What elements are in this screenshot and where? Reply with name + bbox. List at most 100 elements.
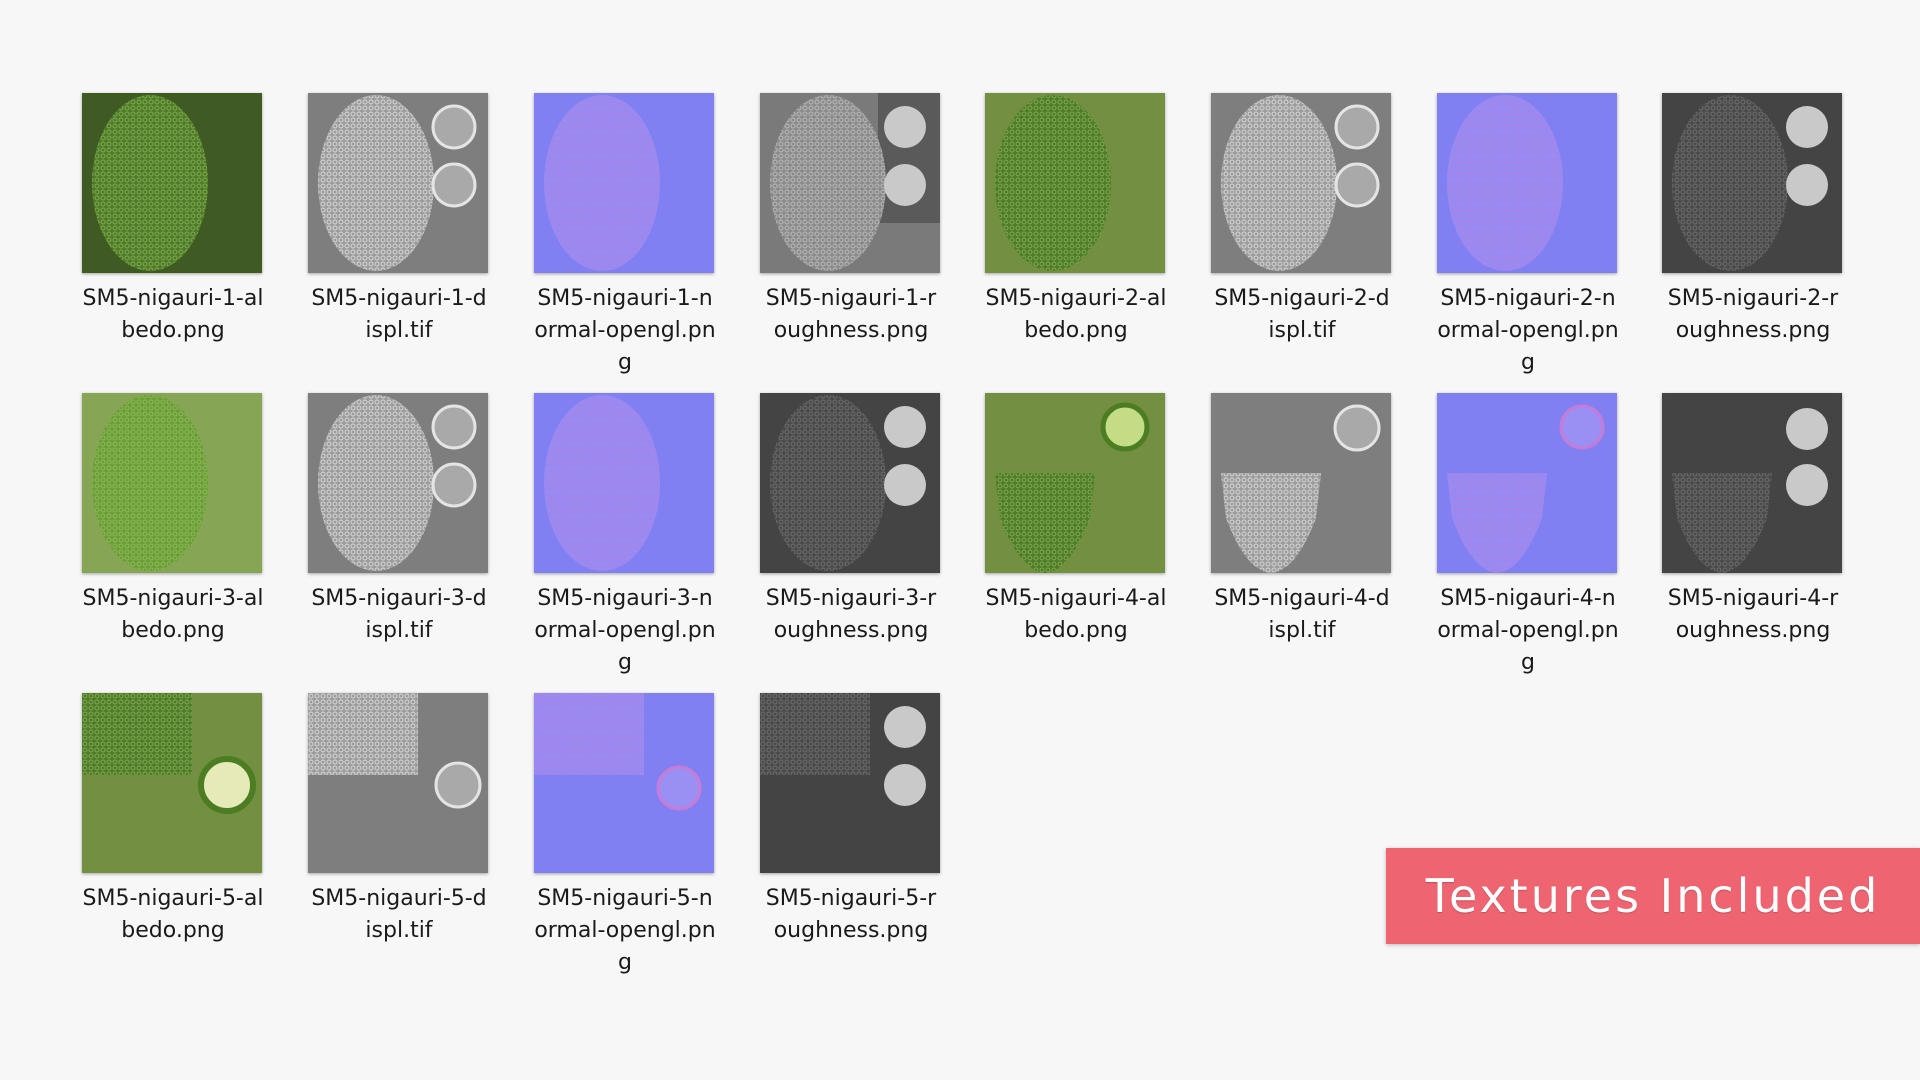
file-name-line: oughness.png bbox=[773, 318, 929, 343]
file-item[interactable]: SM5-nigauri-3-r oughness.png bbox=[738, 393, 948, 683]
file-name-line: bedo.png bbox=[1024, 318, 1128, 343]
file-name-line: ispl.tif bbox=[1268, 318, 1336, 343]
file-name-line: SM5-nigauri-5-al bbox=[82, 886, 264, 911]
file-thumbnail[interactable] bbox=[308, 393, 488, 573]
file-item[interactable]: SM5-nigauri-4-d ispl.tif bbox=[1189, 393, 1399, 683]
file-thumbnail[interactable] bbox=[82, 393, 262, 573]
file-thumbnail[interactable] bbox=[534, 393, 714, 573]
file-name: SM5-nigauri-3-al bedo.png bbox=[60, 583, 286, 647]
file-name-line: SM5-nigauri-5-d bbox=[311, 886, 487, 911]
file-thumbnail[interactable] bbox=[82, 93, 262, 273]
file-name-line: SM5-nigauri-3-al bbox=[82, 586, 264, 611]
file-name-line: oughness.png bbox=[773, 918, 929, 943]
file-name: SM5-nigauri-1-n ormal-opengl.pn g bbox=[512, 283, 738, 379]
file-name-line: oughness.png bbox=[1675, 618, 1831, 643]
file-thumbnail[interactable] bbox=[308, 693, 488, 873]
file-name-line: SM5-nigauri-1-r bbox=[765, 286, 937, 311]
file-name: SM5-nigauri-2-al bedo.png bbox=[963, 283, 1189, 347]
file-thumbnail[interactable] bbox=[1662, 93, 1842, 273]
file-name: SM5-nigauri-5-n ormal-opengl.pn g bbox=[512, 883, 738, 979]
file-name-line: ormal-opengl.pn bbox=[534, 318, 716, 343]
file-name-line: ormal-opengl.pn bbox=[534, 918, 716, 943]
file-item[interactable]: SM5-nigauri-5-r oughness.png bbox=[738, 693, 948, 983]
file-name-line: ispl.tif bbox=[1268, 618, 1336, 643]
file-name-line: bedo.png bbox=[121, 918, 225, 943]
file-item[interactable]: SM5-nigauri-3-al bedo.png bbox=[60, 393, 270, 683]
file-name-line: g bbox=[618, 650, 632, 675]
file-name-line: SM5-nigauri-1-al bbox=[82, 286, 264, 311]
file-item[interactable]: SM5-nigauri-5-al bedo.png bbox=[60, 693, 270, 983]
file-thumbnail[interactable] bbox=[82, 693, 262, 873]
file-item[interactable]: SM5-nigauri-2-d ispl.tif bbox=[1189, 93, 1399, 383]
file-name: SM5-nigauri-1-d ispl.tif bbox=[286, 283, 512, 347]
file-name: SM5-nigauri-2-n ormal-opengl.pn g bbox=[1415, 283, 1641, 379]
file-name: SM5-nigauri-5-al bedo.png bbox=[60, 883, 286, 947]
file-name-line: SM5-nigauri-2-d bbox=[1214, 286, 1390, 311]
file-name-line: SM5-nigauri-2-n bbox=[1440, 286, 1616, 311]
file-item[interactable]: SM5-nigauri-3-d ispl.tif bbox=[286, 393, 496, 683]
file-item[interactable]: SM5-nigauri-1-d ispl.tif bbox=[286, 93, 496, 383]
file-name: SM5-nigauri-4-al bedo.png bbox=[963, 583, 1189, 647]
file-name-line: ispl.tif bbox=[365, 318, 433, 343]
file-name: SM5-nigauri-5-d ispl.tif bbox=[286, 883, 512, 947]
file-name: SM5-nigauri-1-al bedo.png bbox=[60, 283, 286, 347]
file-thumbnail[interactable] bbox=[534, 693, 714, 873]
textures-included-badge: Textures Included bbox=[1386, 848, 1920, 944]
file-name: SM5-nigauri-3-d ispl.tif bbox=[286, 583, 512, 647]
file-name: SM5-nigauri-4-r oughness.png bbox=[1640, 583, 1866, 647]
file-name-line: bedo.png bbox=[121, 618, 225, 643]
file-item[interactable]: SM5-nigauri-2-al bedo.png bbox=[963, 93, 1173, 383]
file-item[interactable]: SM5-nigauri-5-n ormal-opengl.pn g bbox=[512, 693, 722, 983]
file-item[interactable]: SM5-nigauri-1-n ormal-opengl.pn g bbox=[512, 93, 722, 383]
file-item[interactable]: SM5-nigauri-4-n ormal-opengl.pn g bbox=[1415, 393, 1625, 683]
file-name-line: bedo.png bbox=[1024, 618, 1128, 643]
file-thumbnail[interactable] bbox=[534, 93, 714, 273]
file-name-line: oughness.png bbox=[1675, 318, 1831, 343]
file-item[interactable]: SM5-nigauri-4-r oughness.png bbox=[1640, 393, 1850, 683]
file-name-line: SM5-nigauri-3-r bbox=[765, 586, 937, 611]
file-item[interactable]: SM5-nigauri-2-r oughness.png bbox=[1640, 93, 1850, 383]
file-thumbnail[interactable] bbox=[1211, 393, 1391, 573]
file-name-line: SM5-nigauri-4-d bbox=[1214, 586, 1390, 611]
file-name-line: ormal-opengl.pn bbox=[1437, 318, 1619, 343]
file-name-line: g bbox=[618, 950, 632, 975]
file-name-line: g bbox=[1521, 650, 1535, 675]
file-thumbnail[interactable] bbox=[985, 93, 1165, 273]
file-name-line: SM5-nigauri-2-al bbox=[985, 286, 1167, 311]
file-name-line: SM5-nigauri-3-d bbox=[311, 586, 487, 611]
file-name-line: bedo.png bbox=[121, 318, 225, 343]
file-item[interactable]: SM5-nigauri-2-n ormal-opengl.pn g bbox=[1415, 93, 1625, 383]
file-name-line: ispl.tif bbox=[365, 618, 433, 643]
file-name-line: ormal-opengl.pn bbox=[534, 618, 716, 643]
file-name-line: g bbox=[1521, 350, 1535, 375]
file-name-line: oughness.png bbox=[773, 618, 929, 643]
file-name-line: SM5-nigauri-1-n bbox=[537, 286, 713, 311]
file-name-line: ispl.tif bbox=[365, 918, 433, 943]
file-thumbnail[interactable] bbox=[985, 393, 1165, 573]
file-name-line: SM5-nigauri-4-r bbox=[1667, 586, 1839, 611]
file-thumbnail[interactable] bbox=[1211, 93, 1391, 273]
file-name: SM5-nigauri-2-d ispl.tif bbox=[1189, 283, 1415, 347]
file-item[interactable]: SM5-nigauri-3-n ormal-opengl.pn g bbox=[512, 393, 722, 683]
file-item[interactable]: SM5-nigauri-1-al bedo.png bbox=[60, 93, 270, 383]
file-name-line: g bbox=[618, 350, 632, 375]
badge-label: Textures Included bbox=[1425, 869, 1881, 923]
file-name: SM5-nigauri-4-d ispl.tif bbox=[1189, 583, 1415, 647]
file-name: SM5-nigauri-5-r oughness.png bbox=[738, 883, 964, 947]
file-name: SM5-nigauri-2-r oughness.png bbox=[1640, 283, 1866, 347]
file-item[interactable]: SM5-nigauri-4-al bedo.png bbox=[963, 393, 1173, 683]
file-thumbnail[interactable] bbox=[308, 93, 488, 273]
file-thumbnail[interactable] bbox=[760, 93, 940, 273]
file-name-line: SM5-nigauri-4-n bbox=[1440, 586, 1616, 611]
file-name-line: SM5-nigauri-4-al bbox=[985, 586, 1167, 611]
file-thumbnail[interactable] bbox=[1437, 393, 1617, 573]
file-name-line: ormal-opengl.pn bbox=[1437, 618, 1619, 643]
file-thumbnail[interactable] bbox=[1437, 93, 1617, 273]
file-thumbnail[interactable] bbox=[760, 693, 940, 873]
file-item[interactable]: SM5-nigauri-5-d ispl.tif bbox=[286, 693, 496, 983]
file-thumbnail[interactable] bbox=[760, 393, 940, 573]
file-name: SM5-nigauri-4-n ormal-opengl.pn g bbox=[1415, 583, 1641, 679]
file-item[interactable]: SM5-nigauri-1-r oughness.png bbox=[738, 93, 948, 383]
file-name-line: SM5-nigauri-5-r bbox=[765, 886, 937, 911]
file-thumbnail[interactable] bbox=[1662, 393, 1842, 573]
